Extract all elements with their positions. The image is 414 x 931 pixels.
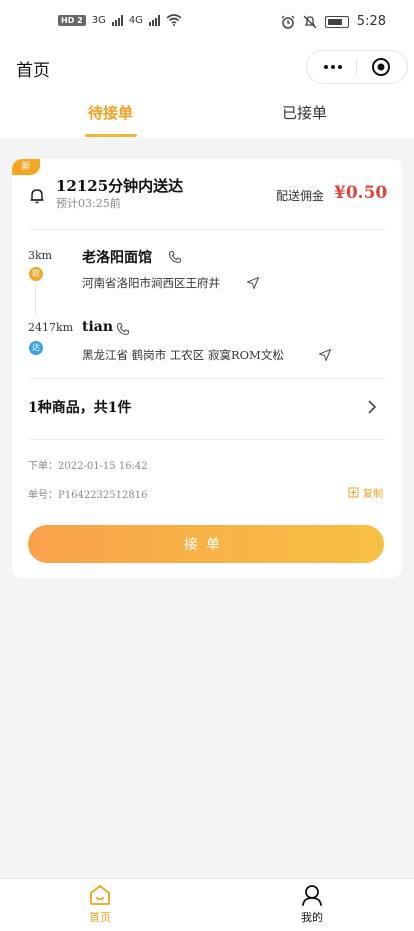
nav-label-mine: 我的 xyxy=(301,911,323,924)
dropoff-name: tian xyxy=(82,319,114,335)
copy-button[interactable]: 复制 xyxy=(348,485,383,500)
goods-summary[interactable]: 1种商品，共1件 xyxy=(28,397,131,417)
nav-item-home[interactable]: 首页 xyxy=(70,883,130,925)
accept-order-button[interactable]: 接单 xyxy=(28,525,384,563)
bottom-nav: 首页 我的 xyxy=(0,878,414,931)
fee-value: ¥0.50 xyxy=(334,183,388,203)
dropoff-pin: 达 xyxy=(29,341,43,355)
eta-text: 预计03:25前 xyxy=(56,197,121,210)
copy-label: 复制 xyxy=(363,489,383,500)
pickup-pin: 取 xyxy=(29,267,43,281)
order-number: 单号：P1642232512816 xyxy=(28,490,148,501)
alarm-icon xyxy=(281,15,295,29)
status-left: HD 2 3G 4G xyxy=(58,14,182,26)
order-tabs: 待接单 已接单 xyxy=(0,90,414,138)
signal-icon-2 xyxy=(148,14,160,26)
signal-icon xyxy=(111,14,123,26)
mini-program-capsule xyxy=(306,50,408,84)
phone-icon[interactable] xyxy=(116,322,130,336)
pickup-address: 河南省洛阳市涧西区王府井 xyxy=(82,276,220,290)
pickup-distance: 3km xyxy=(28,249,53,262)
divider xyxy=(28,439,386,440)
order-card: 新 12125分钟内送达 预计03:25前 配送佣金 ¥0.50 3km 取 老… xyxy=(12,159,402,578)
title-bar: 首页 xyxy=(0,46,414,90)
fee-label: 配送佣金 xyxy=(276,189,325,203)
user-icon xyxy=(302,885,322,906)
navigate-icon[interactable] xyxy=(318,348,332,362)
delivery-time-title: 12125分钟内送达 xyxy=(56,177,184,195)
new-badge: 新 xyxy=(12,159,40,175)
network-label-1: 3G xyxy=(91,14,106,26)
order-time: 下单：2022-01-15 16:42 xyxy=(28,461,148,472)
capsule-divider xyxy=(356,59,357,75)
tab-active-indicator xyxy=(85,134,137,137)
status-time: 5:28 xyxy=(356,14,386,29)
tab-accepted[interactable]: 已接单 xyxy=(282,102,327,123)
status-right: 5:28 xyxy=(281,14,386,29)
phone-icon[interactable] xyxy=(168,250,182,264)
page-title: 首页 xyxy=(16,61,50,81)
dropoff-distance: 2417km xyxy=(28,321,74,334)
copy-icon xyxy=(348,487,359,498)
nav-label-home: 首页 xyxy=(89,911,111,924)
network-label-2: 4G xyxy=(128,14,143,26)
more-icon[interactable] xyxy=(319,57,347,77)
navigate-icon[interactable] xyxy=(246,276,260,290)
hd-badge: HD 2 xyxy=(58,14,86,26)
chevron-right-icon[interactable] xyxy=(366,399,378,415)
tab-pending[interactable]: 待接单 xyxy=(88,102,133,123)
wifi-icon xyxy=(166,14,182,26)
status-bar: HD 2 3G 4G 5:28 xyxy=(0,0,414,46)
battery-icon xyxy=(324,15,349,28)
divider xyxy=(28,378,386,379)
nav-item-mine[interactable]: 我的 xyxy=(282,883,342,925)
mute-icon xyxy=(303,15,317,28)
home-icon xyxy=(90,885,110,905)
dropoff-address: 黑龙江省 鹤岗市 工农区 寂寞ROM文松 xyxy=(82,348,284,362)
close-icon[interactable] xyxy=(371,57,391,77)
divider xyxy=(28,229,386,230)
bell-icon xyxy=(30,189,44,204)
route-line xyxy=(35,285,36,315)
pickup-name: 老洛阳面馆 xyxy=(82,250,152,266)
